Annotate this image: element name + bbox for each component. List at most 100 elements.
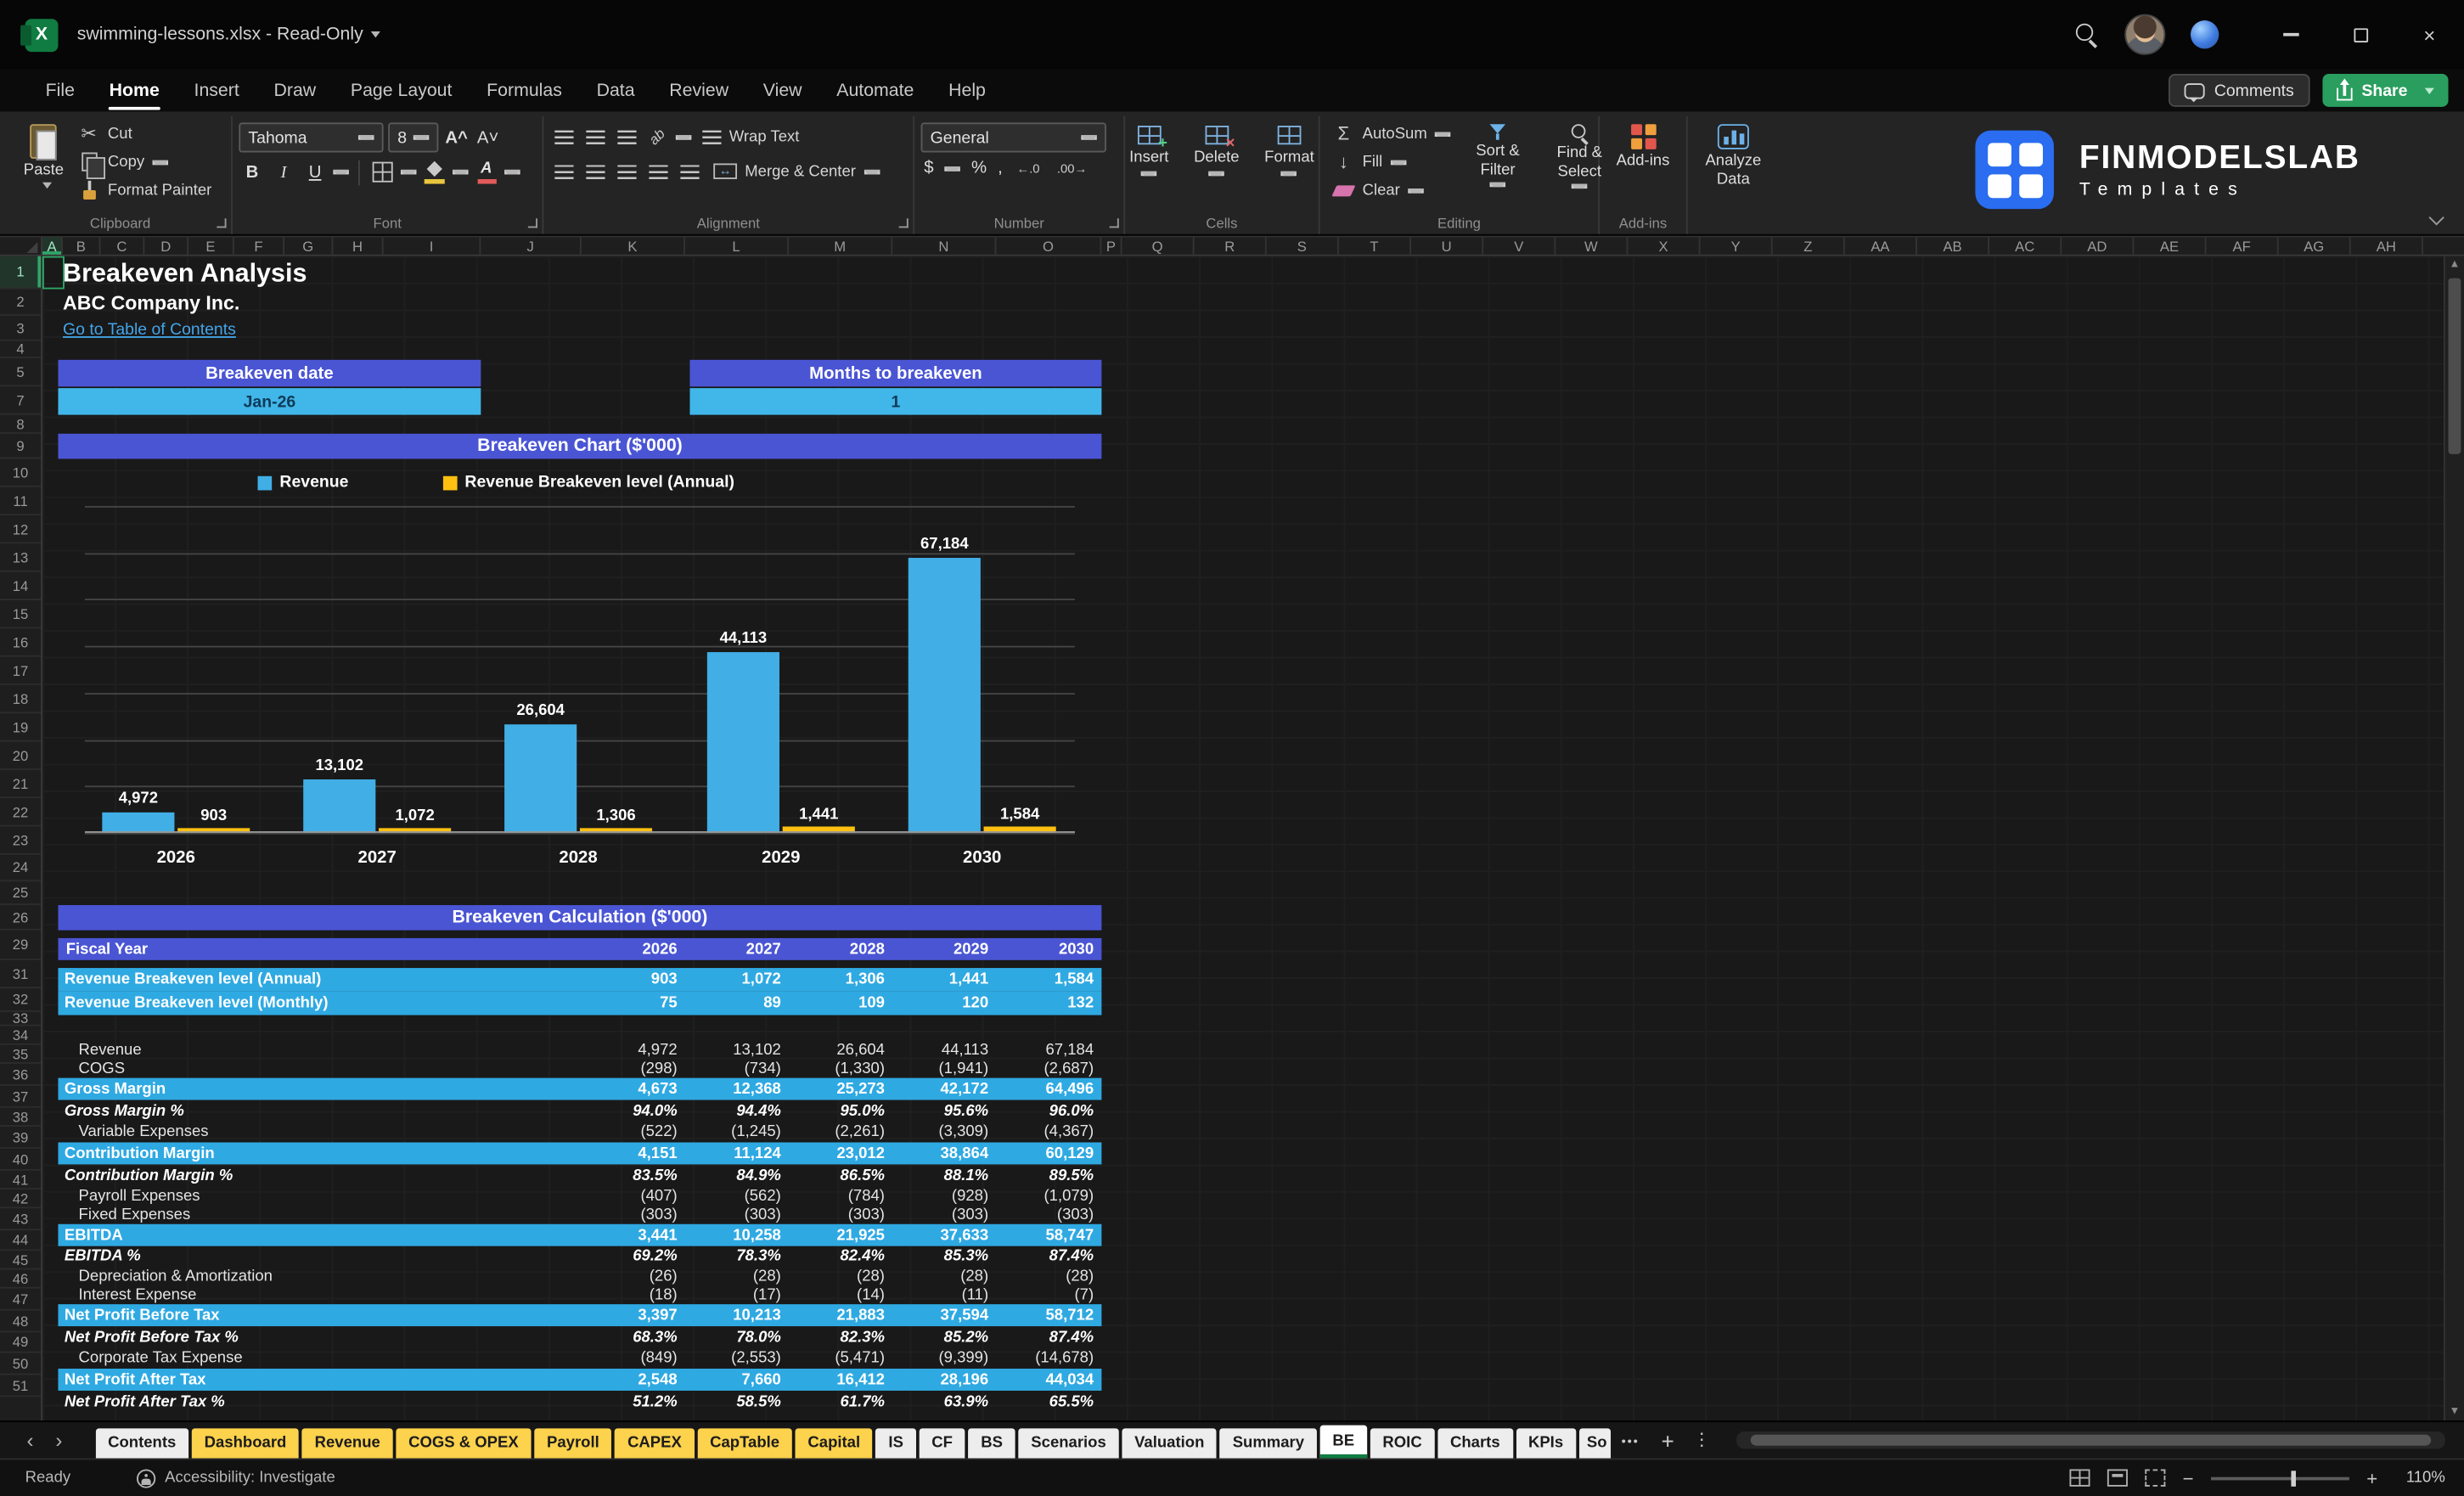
column-header-N[interactable]: N [892, 237, 997, 255]
excel-app-icon[interactable]: X [20, 18, 59, 52]
column-header-W[interactable]: W [1555, 237, 1629, 255]
vertical-scrollbar[interactable]: ▲ ▼ [2443, 256, 2464, 1421]
row-label[interactable]: Payroll Expenses [58, 1187, 581, 1204]
merge-center-button[interactable]: ↔ Merge & Center [707, 157, 886, 185]
column-header-AA[interactable]: AA [1845, 237, 1917, 255]
row-header-51[interactable]: 51 [0, 1375, 42, 1398]
insert-cells-button[interactable]: Insert [1118, 120, 1179, 183]
fiscal-year-2027[interactable]: 2027 [685, 941, 789, 958]
font-color-button[interactable]: A [473, 159, 499, 185]
value-cell[interactable]: (303) [789, 1206, 892, 1223]
value-cell[interactable]: 67,184 [996, 1041, 1101, 1058]
value-cell[interactable]: 64,496 [996, 1080, 1101, 1097]
fiscal-year-2030[interactable]: 2030 [996, 941, 1101, 958]
row-label[interactable]: Interest Expense [58, 1286, 581, 1303]
row-header-43[interactable]: 43 [0, 1208, 42, 1231]
align-right-button[interactable] [613, 158, 639, 184]
fill-button[interactable]: ↓ Fill [1326, 148, 1457, 176]
table-row-contribution-margin[interactable]: Contribution Margin 4,151 11,124 23,012 38,8… [58, 1142, 1102, 1165]
value-cell[interactable]: 63.9% [892, 1393, 996, 1410]
align-middle-button[interactable] [582, 123, 608, 149]
row-label[interactable]: Revenue [58, 1041, 581, 1058]
value-cell[interactable]: 58,712 [996, 1307, 1101, 1324]
table-row-gross-margin[interactable]: Gross Margin 4,673 12,368 25,273 42,172 64,49… [58, 1077, 1102, 1100]
row-header-20[interactable]: 20 [0, 742, 42, 770]
ribbon-tab-home[interactable]: Home [92, 69, 177, 111]
value-cell[interactable]: (26) [582, 1268, 685, 1285]
value-cell[interactable]: (28) [685, 1268, 789, 1285]
breakeven-chart[interactable]: Revenue Revenue Breakeven level (Annual)… [69, 464, 1090, 897]
sheet-nav-left-chevron[interactable]: ‹ [16, 1424, 45, 1459]
value-cell[interactable]: 109 [789, 995, 892, 1012]
table-row-contribution-margin[interactable]: Contribution Margin % 83.5% 84.9% 86.5% 88.1… [58, 1164, 1101, 1186]
chart-title-band[interactable]: Breakeven Chart ($'000) [58, 433, 1102, 459]
column-header-AE[interactable]: AE [2134, 237, 2207, 255]
column-header-AC[interactable]: AC [1989, 237, 2062, 255]
column-header-C[interactable]: C [100, 237, 145, 255]
value-cell[interactable]: 85.3% [892, 1248, 996, 1265]
value-cell[interactable]: 25,273 [789, 1080, 892, 1097]
underline-chevron-icon[interactable] [333, 169, 349, 175]
sheet-tab-summary[interactable]: Summary [1219, 1428, 1317, 1459]
row-label[interactable]: EBITDA % [58, 1248, 581, 1265]
document-title[interactable]: swimming-lessons.xlsx - Read-Only [77, 25, 363, 44]
new-sheet-button[interactable]: + [1651, 1426, 1685, 1459]
value-cell[interactable]: 21,925 [789, 1227, 892, 1244]
row-header-42[interactable]: 42 [0, 1189, 42, 1209]
value-cell[interactable]: 4,972 [582, 1041, 685, 1058]
row-label[interactable]: Contribution Margin [58, 1144, 581, 1161]
column-header-Y[interactable]: Y [1701, 237, 1773, 255]
row-header-35[interactable]: 35 [0, 1045, 42, 1064]
value-cell[interactable]: (734) [685, 1060, 789, 1077]
row-label[interactable]: Contribution Margin % [58, 1167, 581, 1184]
value-cell[interactable]: 58,747 [996, 1227, 1101, 1244]
value-cell[interactable]: (17) [685, 1286, 789, 1303]
horizontal-scrollbar[interactable] [1736, 1431, 2445, 1449]
alignment-dialog-launcher[interactable] [898, 218, 909, 228]
borders-button[interactable] [369, 159, 396, 185]
value-cell[interactable]: 84.9% [685, 1167, 789, 1184]
row-label[interactable]: Depreciation & Amortization [58, 1268, 581, 1285]
row-header-18[interactable]: 18 [0, 685, 42, 714]
column-header-Z[interactable]: Z [1773, 237, 1845, 255]
row-header-24[interactable]: 24 [0, 855, 42, 882]
decrease-indent-button[interactable] [644, 158, 671, 184]
table-row-variable-expenses[interactable]: Variable Expenses (522) (1,245) (2,261) (3,3… [58, 1122, 1101, 1142]
value-cell[interactable]: 94.4% [685, 1102, 789, 1119]
value-cell[interactable]: 95.6% [892, 1102, 996, 1119]
sheet-tab-scenarios[interactable]: Scenarios [1018, 1428, 1119, 1459]
value-cell[interactable]: (2,687) [996, 1060, 1101, 1077]
value-cell[interactable]: 85.2% [892, 1329, 996, 1346]
value-cell[interactable]: (2,553) [685, 1350, 789, 1367]
value-cell[interactable]: 69.2% [582, 1248, 685, 1265]
sheet-tab-dashboard[interactable]: Dashboard [191, 1428, 300, 1459]
row-label[interactable]: Net Profit Before Tax [58, 1307, 581, 1324]
value-cell[interactable]: 89 [685, 995, 789, 1012]
value-cell[interactable]: 96.0% [996, 1102, 1101, 1119]
row-header-2[interactable]: 2 [0, 290, 42, 317]
value-cell[interactable]: 38,864 [892, 1144, 996, 1161]
sheet-tab-kpis[interactable]: KPIs [1516, 1428, 1576, 1459]
breakeven-date-value[interactable]: Jan-26 [58, 388, 481, 415]
value-cell[interactable]: 60,129 [996, 1144, 1101, 1161]
table-row-depreciation-amortization[interactable]: Depreciation & Amortization (26) (28) (28)(… [58, 1267, 1101, 1285]
value-cell[interactable]: 26,604 [789, 1041, 892, 1058]
column-header-O[interactable]: O [996, 237, 1102, 255]
row-label[interactable]: COGS [58, 1060, 581, 1077]
row-header-37[interactable]: 37 [0, 1086, 42, 1108]
row-header-49[interactable]: 49 [0, 1332, 42, 1353]
select-all-corner[interactable] [0, 237, 42, 255]
value-cell[interactable]: 21,883 [789, 1307, 892, 1324]
value-cell[interactable]: 3,441 [582, 1227, 685, 1244]
increase-decimal-button[interactable]: ←.0 [1014, 161, 1044, 176]
table-row-revenue-breakeven-level-annual[interactable]: Revenue Breakeven level (Annual) 903 1,072… [58, 968, 1102, 992]
row-header-14[interactable]: 14 [0, 572, 42, 600]
value-cell[interactable]: 2,548 [582, 1371, 685, 1388]
sheet-tab-is[interactable]: IS [875, 1428, 916, 1459]
value-cell[interactable]: 42,172 [892, 1080, 996, 1097]
column-header-B[interactable]: B [63, 237, 101, 255]
value-cell[interactable]: 82.4% [789, 1248, 892, 1265]
table-row-net-profit-after-tax[interactable]: Net Profit After Tax % 51.2% 58.5% 61.7% 63.… [58, 1391, 1101, 1413]
increase-indent-button[interactable] [676, 158, 702, 184]
row-header-23[interactable]: 23 [0, 827, 42, 855]
